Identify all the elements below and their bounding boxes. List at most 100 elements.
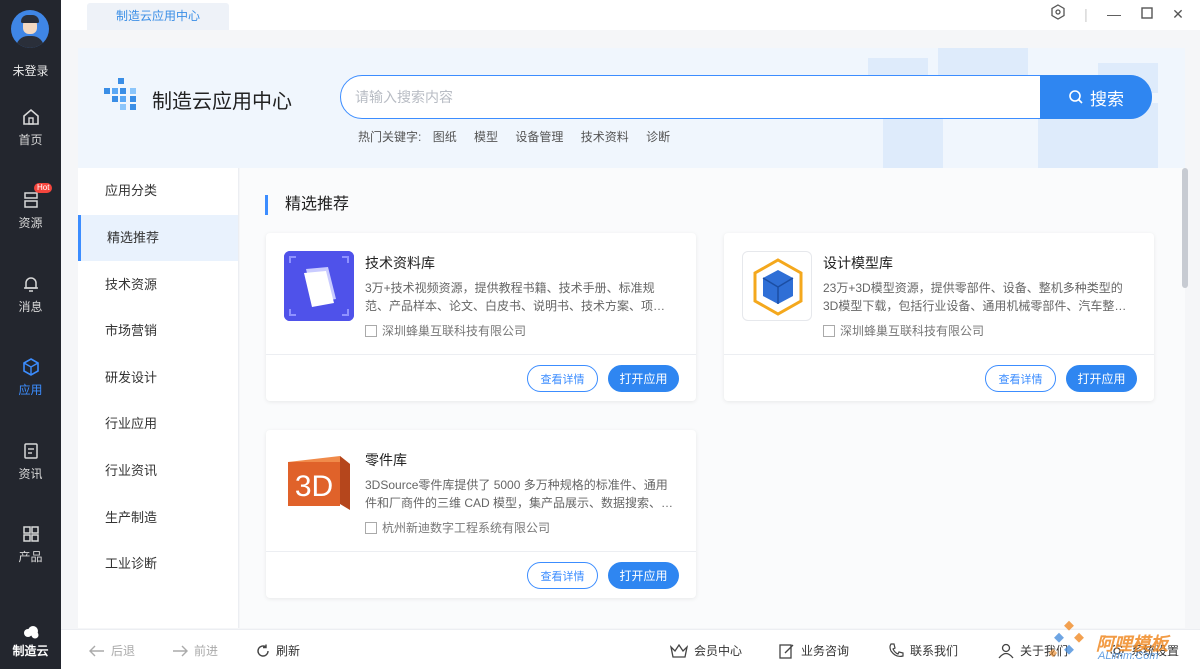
refresh-button[interactable]: 刷新 xyxy=(256,642,300,659)
watermark-logo-icon xyxy=(1048,620,1084,658)
open-app-button[interactable]: 打开应用 xyxy=(608,365,679,392)
card-divider xyxy=(266,551,696,552)
rail-item-label: 首页 xyxy=(18,133,43,147)
app-card[interactable]: 设计模型库 23万+3D模型资源，提供零部件、设备、整机多种类型的3D模型下载，… xyxy=(724,233,1154,401)
grid-icon xyxy=(22,526,39,542)
edit-icon xyxy=(779,643,794,659)
category-item-industry-apps[interactable]: 行业应用 xyxy=(78,401,238,447)
3d-icon-text: 3D xyxy=(295,470,333,503)
search-icon xyxy=(1069,90,1083,104)
user-icon xyxy=(998,643,1014,658)
back-button[interactable]: 后退 xyxy=(89,642,135,659)
pixel-logo-icon xyxy=(104,78,136,110)
avatar[interactable] xyxy=(11,10,49,48)
app-desc: 3万+技术视频资源，提供教程书籍、技术手册、标准规范、产品样本、论文、白皮书、说… xyxy=(365,281,677,313)
category-item-rnd[interactable]: 研发设计 xyxy=(78,355,238,401)
building-icon xyxy=(365,325,377,337)
brand-label: 制造云 xyxy=(12,644,49,658)
rail-item-resource[interactable]: Hot 资源 xyxy=(0,183,61,231)
category-item-tech[interactable]: 技术资源 xyxy=(78,262,238,308)
back-label: 后退 xyxy=(111,644,136,658)
tab-app-center[interactable]: 制造云应用中心 xyxy=(87,3,229,30)
rail-item-apps[interactable]: 应用 xyxy=(0,357,61,398)
company-name: 深圳蜂巢互联科技有限公司 xyxy=(382,324,527,338)
scrollbar[interactable] xyxy=(1182,168,1188,288)
hot-keyword[interactable]: 图纸 xyxy=(433,130,457,144)
category-item-industry-news[interactable]: 行业资讯 xyxy=(78,448,238,494)
news-icon xyxy=(23,443,38,459)
search-button-label: 搜索 xyxy=(1090,89,1124,109)
forward-button[interactable]: 前进 xyxy=(172,642,218,659)
phone-icon xyxy=(889,642,904,657)
close-icon[interactable]: ✕ xyxy=(1167,4,1189,24)
model-icon xyxy=(742,251,812,321)
login-status[interactable]: 未登录 xyxy=(0,62,61,79)
view-details-button[interactable]: 查看详情 xyxy=(527,562,598,589)
book-icon xyxy=(284,251,354,321)
separator: | xyxy=(1084,6,1088,22)
hot-keyword[interactable]: 模型 xyxy=(474,130,498,144)
business-consult-button[interactable]: 业务咨询 xyxy=(779,642,849,659)
rail-item-news[interactable]: 资讯 xyxy=(0,441,61,482)
minimize-icon[interactable]: — xyxy=(1103,4,1125,24)
arrow-right-icon xyxy=(173,645,188,656)
search-button[interactable]: 搜索 xyxy=(1040,75,1152,119)
app-card[interactable]: 技术资料库 3万+技术视频资源，提供教程书籍、技术手册、标准规范、产品样本、论文… xyxy=(266,233,696,401)
hot-keywords-label: 热门关键字: xyxy=(358,130,422,144)
bottom-bar: 后退 前进 刷新 会员中心 业务咨询 联系我们 关于我们 系统设置 xyxy=(61,629,1200,669)
section-title: 精选推荐 xyxy=(265,195,349,215)
app-company: 杭州新迪数字工程系统有限公司 xyxy=(365,519,550,536)
rail-item-label: 消息 xyxy=(18,300,43,314)
rail-item-home[interactable]: 首页 xyxy=(0,107,61,148)
member-center-button[interactable]: 会员中心 xyxy=(670,642,742,659)
card-divider xyxy=(724,354,1154,355)
settings-hex-icon[interactable] xyxy=(1047,4,1069,24)
refresh-icon xyxy=(257,644,269,657)
category-item-featured[interactable]: 精选推荐 xyxy=(78,215,238,261)
hot-badge: Hot xyxy=(34,183,53,193)
app-company: 深圳蜂巢互联科技有限公司 xyxy=(823,322,984,339)
rail-item-label: 产品 xyxy=(18,550,43,564)
business-consult-label: 业务咨询 xyxy=(801,644,850,658)
building-icon xyxy=(365,522,377,534)
cloud-logo-icon xyxy=(23,626,38,639)
home-icon xyxy=(22,108,39,125)
hero-banner: 制造云应用中心 搜索 热门关键字: 图纸 模型 设备管理 技术资料 诊断 xyxy=(78,48,1185,168)
open-app-button[interactable]: 打开应用 xyxy=(608,562,679,589)
watermark: 阿哩模板 ALimm.Com xyxy=(1040,620,1200,669)
logo-title: 制造云应用中心 xyxy=(152,91,292,113)
rail-item-messages[interactable]: 消息 xyxy=(0,274,61,315)
app-card[interactable]: 3D 零件库 3DSource零件库提供了 5000 多万种规格的标准件、通用件… xyxy=(266,430,696,598)
app-company: 深圳蜂巢互联科技有限公司 xyxy=(365,322,526,339)
maximize-icon[interactable] xyxy=(1136,4,1158,24)
member-center-label: 会员中心 xyxy=(694,644,743,658)
forward-label: 前进 xyxy=(194,644,219,658)
hot-keyword[interactable]: 设备管理 xyxy=(515,130,563,144)
company-name: 深圳蜂巢互联科技有限公司 xyxy=(840,324,985,338)
cube-icon xyxy=(22,358,39,376)
category-item-diagnosis[interactable]: 工业诊断 xyxy=(78,541,238,587)
contact-us-button[interactable]: 联系我们 xyxy=(888,642,958,659)
view-details-button[interactable]: 查看详情 xyxy=(527,365,598,392)
app-desc: 3DSource零件库提供了 5000 多万种规格的标准件、通用件和厂商件的三维… xyxy=(365,478,674,510)
view-details-button[interactable]: 查看详情 xyxy=(985,365,1056,392)
hot-keyword[interactable]: 诊断 xyxy=(646,130,670,144)
rail-item-label: 应用 xyxy=(18,383,43,397)
app-center-logo: 制造云应用中心 xyxy=(104,78,292,117)
building-icon xyxy=(823,325,835,337)
card-divider xyxy=(266,354,696,355)
rail-item-products[interactable]: 产品 xyxy=(0,524,61,565)
app-name[interactable]: 零件库 xyxy=(365,450,407,470)
open-app-button[interactable]: 打开应用 xyxy=(1066,365,1137,392)
contact-us-label: 联系我们 xyxy=(910,644,959,658)
watermark-line2: ALimm.Com xyxy=(1098,650,1159,662)
crown-icon xyxy=(670,643,688,658)
search-input[interactable] xyxy=(355,76,1035,118)
app-name[interactable]: 技术资料库 xyxy=(365,253,435,273)
left-rail: 未登录 首页 Hot 资源 消息 应用 资讯 产品 制造云 xyxy=(0,0,61,669)
app-name[interactable]: 设计模型库 xyxy=(823,253,893,273)
bell-icon xyxy=(23,277,38,292)
category-item-marketing[interactable]: 市场营销 xyxy=(78,308,238,354)
hot-keyword[interactable]: 技术资料 xyxy=(581,130,629,144)
category-item-manufacturing[interactable]: 生产制造 xyxy=(78,495,238,541)
